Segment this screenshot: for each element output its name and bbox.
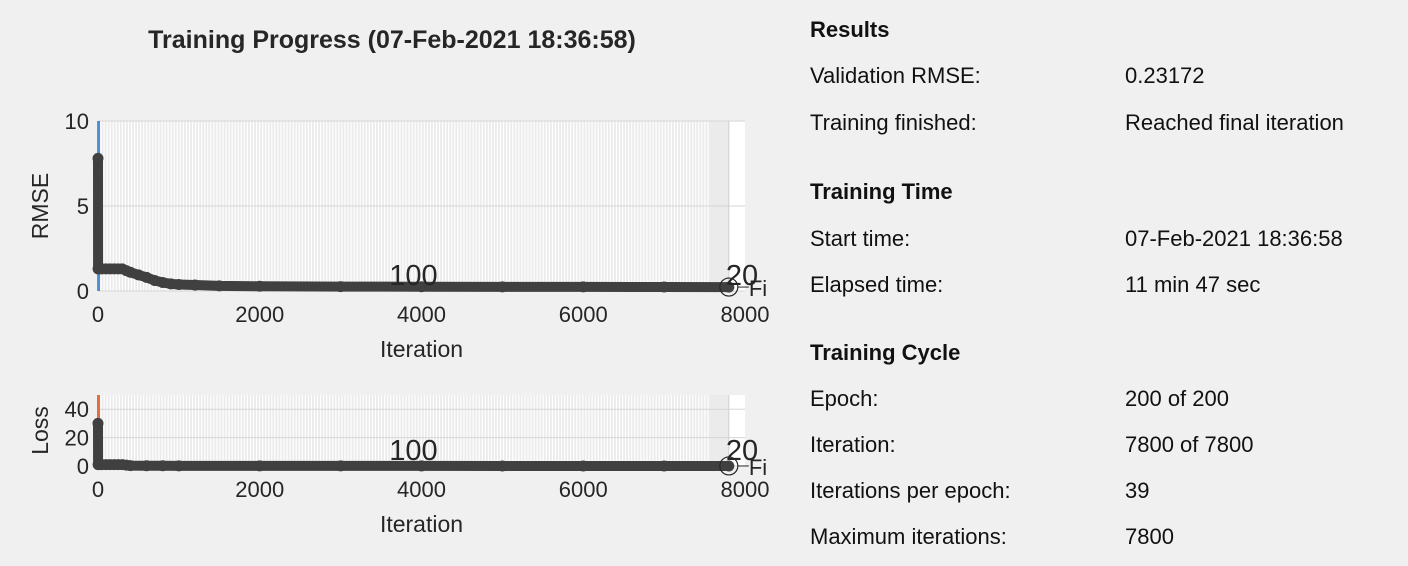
loss-data-point-14: [254, 460, 266, 472]
validation-rmse-label: Validation RMSE:: [810, 63, 981, 88]
rmse-xtick-label-1: 2000: [235, 302, 284, 327]
loss-x-axis-label: Iteration: [380, 511, 463, 537]
loss-data-point-17: [496, 460, 508, 472]
iterations-per-epoch-label: Iterations per epoch:: [810, 478, 1011, 503]
training-progress-chart: Training Progress (07-Feb-2021 18:36:58)…: [27, 26, 769, 537]
maximum-iterations-label: Maximum iterations:: [810, 524, 1007, 549]
training-finished-value: Reached final iteration: [1125, 110, 1344, 135]
iterations-per-epoch-value: 39: [1125, 478, 1150, 503]
rmse-xtick-label-2: 4000: [397, 302, 446, 327]
rmse-ytick-label-0: 0: [77, 279, 89, 304]
loss-data-point-18: [577, 460, 589, 472]
loss-ytick-label-2: 40: [65, 397, 89, 422]
training-finished-label: Training finished:: [810, 110, 977, 135]
maximum-iterations-value: 7800: [1125, 524, 1174, 549]
training-cycle-heading: Training Cycle: [810, 340, 961, 365]
rmse-data-point-17: [189, 279, 201, 291]
rmse-data-point-23: [577, 281, 589, 293]
iteration-label: Iteration:: [810, 432, 896, 457]
loss-xtick-label-4: 8000: [721, 477, 770, 502]
loss-final-marker-label: Fi: [749, 455, 767, 480]
rmse-data-point-16: [173, 279, 185, 291]
rmse-data-point-24: [658, 281, 670, 293]
start-time-value: 07-Feb-2021 18:36:58: [1125, 226, 1343, 251]
loss-plot: 020400 2000 4000 6000 8000IterationLoss 100 20…: [27, 395, 769, 537]
rmse-x-axis-label: Iteration: [380, 336, 463, 362]
epoch-value: 200 of 200: [1125, 386, 1229, 411]
rmse-data-point-19: [254, 280, 266, 292]
rmse-y-axis-label: RMSE: [27, 173, 53, 239]
results-panel: Results Validation RMSE: 0.23172 Trainin…: [810, 0, 1400, 566]
loss-epoch-label-0: 100: [389, 435, 437, 467]
elapsed-time-label: Elapsed time:: [810, 272, 944, 297]
rmse-data-point-0: [92, 152, 104, 164]
loss-xtick-label-0: 0: [92, 477, 104, 502]
rmse-xtick-label-4: 8000: [721, 302, 770, 327]
loss-data-point-10: [124, 460, 136, 472]
rmse-xtick-label-0: 0: [92, 302, 104, 327]
chart-title: Training Progress (07-Feb-2021 18:36:58): [148, 26, 636, 54]
validation-rmse-value: 0.23172: [1125, 63, 1205, 88]
loss-data-point-15: [335, 460, 347, 472]
rmse-xtick-label-3: 6000: [559, 302, 608, 327]
rmse-epoch-label-0: 100: [389, 260, 437, 292]
loss-data-point-19: [658, 460, 670, 472]
loss-y-axis-label: Loss: [27, 406, 53, 455]
loss-data-point-13: [173, 460, 185, 472]
loss-xtick-label-2: 4000: [397, 477, 446, 502]
rmse-data-point-20: [335, 281, 347, 293]
training-time-heading: Training Time: [810, 179, 953, 204]
loss-xtick-label-3: 6000: [559, 477, 608, 502]
loss-xtick-label-1: 2000: [235, 477, 284, 502]
rmse-plot: 05100 2000 4000 6000 8000IterationRMSE100 20F…: [27, 109, 769, 362]
loss-data-point-0: [92, 417, 104, 429]
rmse-ytick-label-2: 10: [65, 109, 89, 134]
loss-data-point-11: [141, 460, 153, 472]
results-heading: Results: [810, 17, 890, 42]
rmse-final-marker-label: Fi: [749, 276, 767, 301]
start-time-label: Start time:: [810, 226, 911, 251]
loss-data-point-12: [157, 460, 169, 472]
loss-ytick-label-0: 0: [77, 454, 89, 479]
rmse-data-point-22: [496, 281, 508, 293]
iteration-value: 7800 of 7800: [1125, 432, 1254, 457]
epoch-label: Epoch:: [810, 386, 879, 411]
rmse-data-point-18: [213, 280, 225, 292]
loss-ytick-label-1: 20: [65, 426, 89, 451]
rmse-ytick-label-1: 5: [77, 194, 89, 219]
elapsed-time-value: 11 min 47 sec: [1125, 272, 1261, 297]
